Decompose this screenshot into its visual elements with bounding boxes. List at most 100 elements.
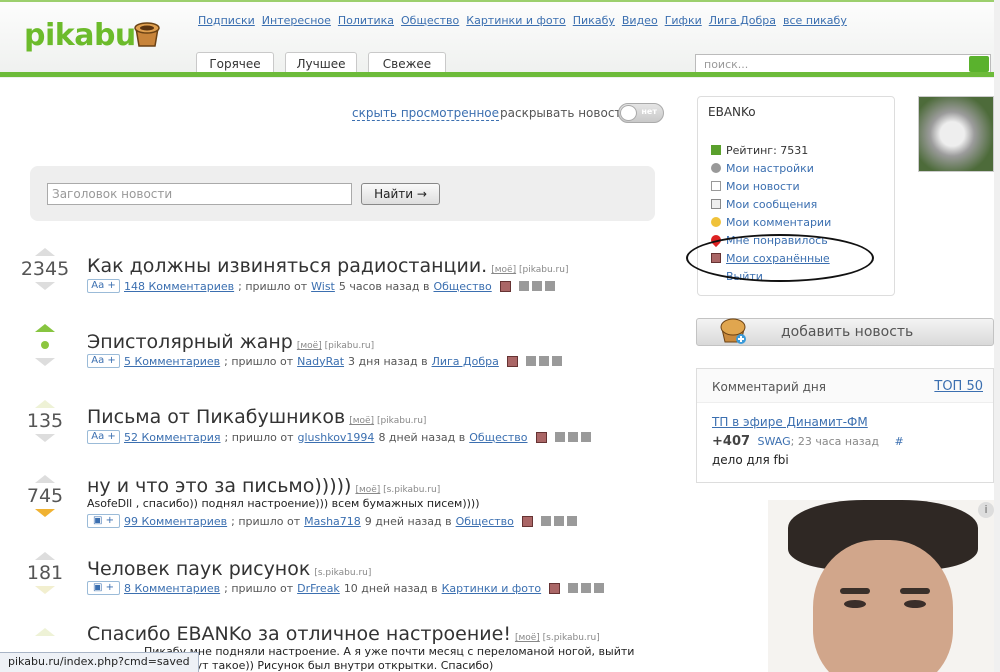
story-title-text[interactable]: Спасибо EBANKo за отличное настроение!	[87, 623, 511, 645]
twitter-icon[interactable]	[580, 432, 591, 442]
nav-pictures[interactable]: Картинки и фото	[466, 14, 566, 27]
story-title-text[interactable]: Письма от Пикабушников	[87, 406, 345, 428]
menu-my-settings[interactable]: Мои настройки	[711, 159, 831, 177]
menu-my-news[interactable]: Мои новости	[711, 177, 831, 195]
downvote-icon[interactable]	[35, 509, 55, 517]
twitter-icon[interactable]	[551, 356, 562, 366]
upvote-icon[interactable]	[35, 628, 55, 636]
save-icon[interactable]	[521, 515, 533, 527]
author-link[interactable]: Masha718	[304, 515, 361, 528]
comments-link[interactable]: 8 Комментариев	[124, 582, 220, 595]
comments-link[interactable]: 148 Комментариев	[124, 280, 234, 293]
nav-society[interactable]: Общество	[401, 14, 459, 27]
nav-interesting[interactable]: Интересное	[262, 14, 331, 27]
facebook-icon[interactable]	[568, 583, 579, 593]
category-link[interactable]: Общество	[433, 280, 491, 293]
find-button[interactable]: Найти →	[361, 183, 440, 205]
menu-my-news-label[interactable]: Мои новости	[726, 180, 800, 193]
vk-icon[interactable]	[581, 583, 592, 593]
author-link[interactable]: NadyRat	[297, 355, 344, 368]
tab-hot[interactable]: Горячее	[196, 52, 274, 74]
menu-my-messages-label[interactable]: Мои сообщения	[726, 198, 817, 211]
news-title-input[interactable]: Заголовок новости	[47, 183, 352, 205]
story-title[interactable]: Письма от Пикабушников [моё] [pikabu.ru]	[87, 406, 426, 428]
expand-news-toggle[interactable]: нет	[618, 103, 664, 123]
story-title-text[interactable]: ну и что это за письмо)))))	[87, 475, 351, 497]
category-link[interactable]: Лига Добра	[432, 355, 499, 368]
story-title[interactable]: Спасибо EBANKo за отличное настроение! [м…	[87, 623, 600, 645]
menu-my-comments[interactable]: Мои комментарии	[711, 213, 831, 231]
downvote-icon[interactable]	[35, 358, 55, 366]
upvote-icon[interactable]	[35, 248, 55, 256]
upvote-icon[interactable]	[35, 400, 55, 408]
nav-politics[interactable]: Политика	[338, 14, 394, 27]
info-icon[interactable]: i	[978, 502, 994, 518]
story-title[interactable]: Как должны извиняться радиостанции. [моё]…	[87, 255, 568, 277]
save-icon[interactable]	[506, 355, 518, 367]
tag-mine[interactable]: [моё]	[297, 341, 322, 351]
comments-link[interactable]: 5 Комментариев	[124, 355, 220, 368]
upvote-icon[interactable]	[35, 324, 55, 332]
comment-author[interactable]: SWAG	[758, 435, 791, 448]
site-search-input[interactable]: поиск...	[695, 54, 991, 74]
comment-hash-link[interactable]: #	[895, 435, 904, 448]
site-logo[interactable]: pikabu	[24, 18, 136, 53]
story-title[interactable]: Эпистолярный жанр [моё] [pikabu.ru]	[87, 331, 374, 353]
downvote-icon[interactable]	[35, 434, 55, 442]
nav-all-pikabu[interactable]: все пикабу	[783, 14, 847, 27]
story-title-text[interactable]: Как должны извиняться радиостанции.	[87, 255, 487, 277]
add-news-button[interactable]: добавить новость	[696, 318, 994, 346]
author-link[interactable]: Wist	[311, 280, 335, 293]
save-icon[interactable]	[535, 431, 547, 443]
top-50-link[interactable]: ТОП 50	[934, 379, 983, 394]
hide-viewed-link[interactable]: скрыть просмотренное	[352, 106, 500, 121]
story-type-text-icon[interactable]: Aa +	[87, 354, 120, 368]
author-link[interactable]: DrFreak	[297, 582, 340, 595]
nav-pikabu[interactable]: Пикабу	[573, 14, 615, 27]
story-type-text-icon[interactable]: Aa +	[87, 430, 120, 444]
menu-my-messages[interactable]: Мои сообщения	[711, 195, 831, 213]
vk-icon[interactable]	[553, 516, 564, 526]
vk-icon[interactable]	[531, 281, 542, 291]
author-link[interactable]: glushkov1994	[298, 431, 375, 444]
menu-my-settings-label[interactable]: Мои настройки	[726, 162, 814, 175]
facebook-icon[interactable]	[540, 516, 551, 526]
story-title-text[interactable]: Человек паук рисунок	[87, 558, 310, 580]
tab-fresh[interactable]: Свежее	[368, 52, 446, 74]
tag-mine[interactable]: [моё]	[515, 633, 540, 643]
username[interactable]: EBANKo	[708, 105, 756, 119]
downvote-icon[interactable]	[35, 282, 55, 290]
story-title[interactable]: ну и что это за письмо))))) [моё] [s.pika…	[87, 475, 440, 497]
comments-link[interactable]: 99 Комментариев	[124, 515, 227, 528]
story-title-text[interactable]: Эпистолярный жанр	[87, 331, 293, 353]
twitter-icon[interactable]	[544, 281, 555, 291]
avatar[interactable]	[918, 96, 994, 172]
vk-icon[interactable]	[538, 356, 549, 366]
save-icon[interactable]	[499, 280, 511, 292]
category-link[interactable]: Картинки и фото	[442, 582, 542, 595]
facebook-icon[interactable]	[518, 281, 529, 291]
nav-league-of-good[interactable]: Лига Добра	[709, 14, 776, 27]
upvote-icon[interactable]	[35, 552, 55, 560]
twitter-icon[interactable]	[594, 583, 605, 593]
story-type-text-icon[interactable]: Aa +	[87, 279, 120, 293]
tag-mine[interactable]: [моё]	[491, 265, 516, 275]
tag-mine[interactable]: [моё]	[355, 485, 380, 495]
facebook-icon[interactable]	[554, 432, 565, 442]
story-type-image-icon[interactable]: ▣ +	[87, 581, 120, 595]
category-link[interactable]: Общество	[456, 515, 514, 528]
facebook-icon[interactable]	[525, 356, 536, 366]
menu-my-comments-label[interactable]: Мои комментарии	[726, 216, 831, 229]
tag-mine[interactable]: [моё]	[349, 416, 374, 426]
nav-video[interactable]: Видео	[622, 14, 658, 27]
vk-icon[interactable]	[567, 432, 578, 442]
advertisement-image[interactable]: i	[768, 500, 1000, 672]
comments-link[interactable]: 52 Комментария	[124, 431, 221, 444]
story-type-image-icon[interactable]: ▣ +	[87, 514, 120, 528]
downvote-icon[interactable]	[35, 586, 55, 594]
search-icon[interactable]	[969, 56, 989, 72]
category-link[interactable]: Общество	[469, 431, 527, 444]
comment-story-link[interactable]: ТП в эфире Динамит-ФМ	[712, 415, 868, 429]
nav-gifs[interactable]: Гифки	[665, 14, 702, 27]
story-title[interactable]: Человек паук рисунок [s.pikabu.ru]	[87, 558, 371, 580]
